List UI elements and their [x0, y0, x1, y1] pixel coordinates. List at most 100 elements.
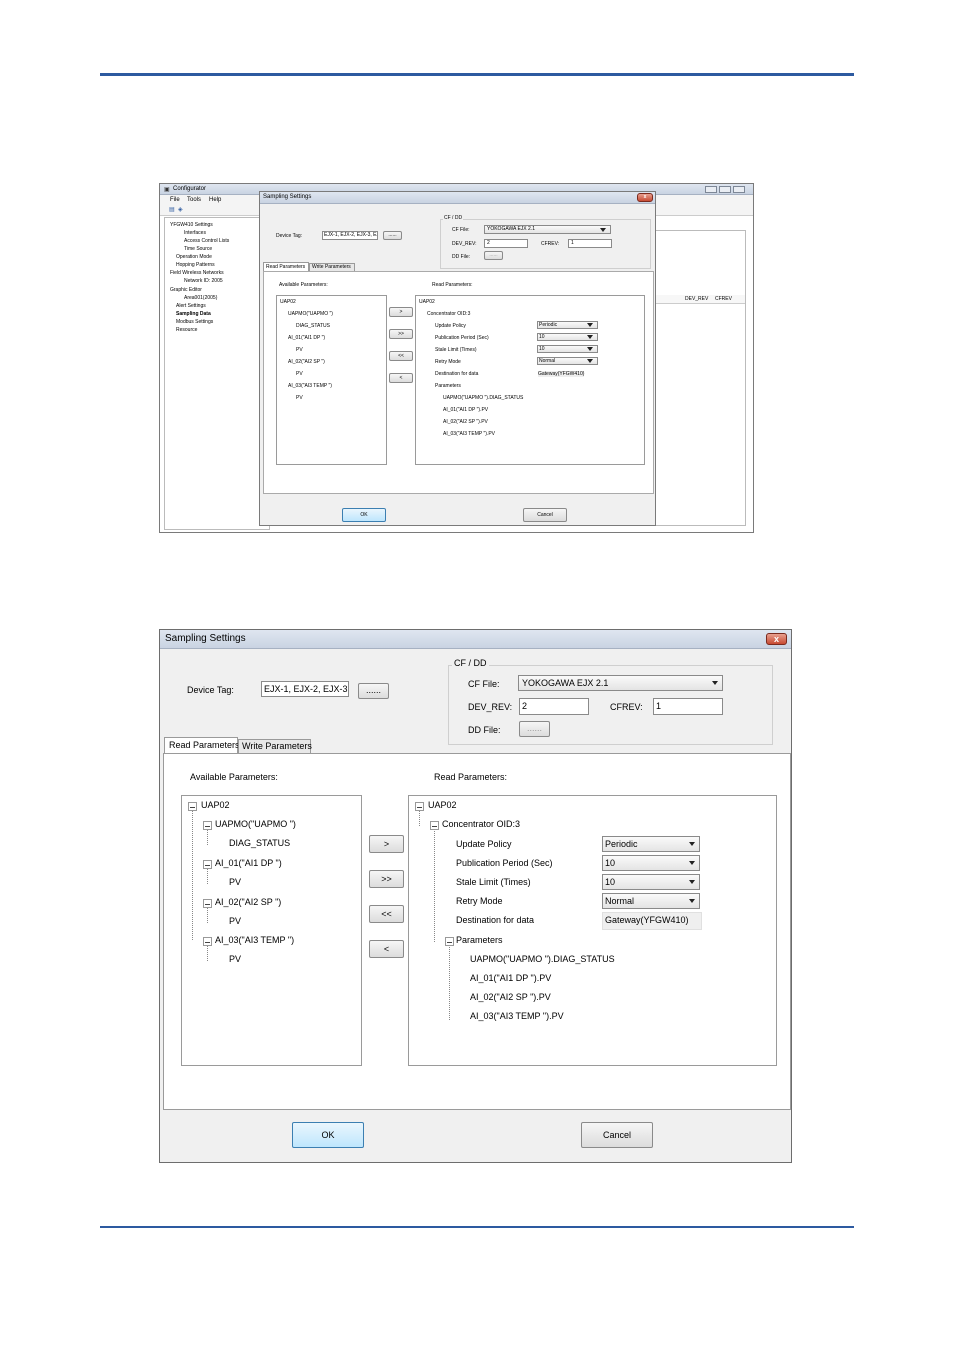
minus-icon[interactable]	[203, 860, 212, 869]
small-read-p1[interactable]: UAPMO("UAPMO ").DIAG_STATUS	[443, 395, 523, 401]
avail-pv3[interactable]: PV	[229, 954, 241, 964]
tree-network-id[interactable]: Network ID: 2005	[184, 278, 223, 284]
small-avail-uapmo[interactable]: UAPMO("UAPMO ")	[288, 311, 333, 317]
tab-write-parameters[interactable]: Write Parameters	[238, 739, 312, 753]
small-add-all-button[interactable]: >>	[389, 329, 413, 339]
menu-help[interactable]: Help	[209, 197, 221, 203]
retry-mode-select[interactable]: Normal	[602, 893, 700, 909]
read-param-2[interactable]: AI_01("AI1 DP ").PV	[470, 973, 551, 983]
small-cfrev-input[interactable]: 1	[568, 239, 612, 248]
minus-icon[interactable]	[415, 802, 424, 811]
small-stale-select[interactable]: 10	[537, 345, 598, 353]
window-close-icon[interactable]	[733, 186, 745, 193]
minus-icon[interactable]	[188, 802, 197, 811]
tab-read-parameters[interactable]: Read Parameters	[164, 737, 240, 753]
avail-diag-status[interactable]: DIAG_STATUS	[229, 838, 290, 848]
small-read-p4[interactable]: AI_03("AI3 TEMP ").PV	[443, 431, 495, 437]
read-concentrator[interactable]: Concentrator OID:3	[442, 819, 520, 829]
small-update-policy-select[interactable]: Periodic	[537, 321, 598, 329]
tree-access-control[interactable]: Access Control Lists	[184, 238, 229, 244]
small-read-p2[interactable]: AI_01("AI1 DP ").PV	[443, 407, 488, 413]
tree-interfaces[interactable]: Interfaces	[184, 230, 206, 236]
menu-file[interactable]: File	[170, 197, 180, 203]
small-avail-ai02[interactable]: AI_02("AI2 SP ")	[288, 359, 325, 365]
update-policy-select[interactable]: Periodic	[602, 836, 700, 852]
stale-limit-select[interactable]: 10	[602, 874, 700, 890]
small-read-concentrator[interactable]: Concentrator OID:3	[427, 311, 470, 317]
minus-icon[interactable]	[445, 937, 454, 946]
small-read-root[interactable]: UAP02	[419, 299, 435, 305]
small-device-browse-button[interactable]: ......	[383, 231, 402, 240]
small-cf-file-select[interactable]: YOKOGAWA EJX 2.1	[484, 225, 611, 234]
avail-ai02[interactable]: AI_02("AI2 SP ")	[215, 897, 281, 907]
close-icon[interactable]: x	[766, 633, 787, 645]
device-tag-browse-button[interactable]: ......	[358, 683, 389, 699]
small-publication-select[interactable]: 10	[537, 333, 598, 341]
minus-icon[interactable]	[203, 937, 212, 946]
small-avail-diag[interactable]: DIAG_STATUS	[296, 323, 330, 329]
small-avail-ai01[interactable]: AI_01("AI1 DP ")	[288, 335, 325, 341]
tree-yfgw410-settings[interactable]: YFGW410 Settings	[170, 222, 213, 228]
small-device-tag-input[interactable]: EJX-1, EJX-2, EJX-3, EJX-	[322, 231, 378, 240]
avail-pv1[interactable]: PV	[229, 877, 241, 887]
cancel-button[interactable]: Cancel	[581, 1122, 653, 1148]
small-avail-root[interactable]: UAP02	[280, 299, 296, 305]
dev-rev-input[interactable]: 2	[519, 698, 589, 715]
remove-button[interactable]: <	[369, 940, 404, 958]
device-tag-input[interactable]: EJX-1, EJX-2, EJX-3, EJX-	[261, 681, 349, 697]
minus-icon[interactable]	[430, 821, 439, 830]
tree-graphic-editor[interactable]: Graphic Editor	[170, 287, 202, 293]
read-param-3[interactable]: AI_02("AI2 SP ").PV	[470, 992, 551, 1002]
tree-operation-mode[interactable]: Operation Mode	[176, 254, 212, 260]
avail-root[interactable]: UAP02	[201, 800, 230, 810]
small-avail-pv2[interactable]: PV	[296, 371, 303, 377]
cf-file-select[interactable]: YOKOGAWA EJX 2.1	[518, 675, 723, 691]
avail-pv2[interactable]: PV	[229, 916, 241, 926]
tree-field-wireless[interactable]: Field Wireless Networks	[170, 270, 224, 276]
ok-button[interactable]: OK	[292, 1122, 364, 1148]
small-close-icon[interactable]: x	[637, 193, 653, 202]
small-avail-ai03[interactable]: AI_03("AI3 TEMP ")	[288, 383, 332, 389]
tree-area001[interactable]: Area001(2005)	[184, 295, 217, 301]
small-avail-pv3[interactable]: PV	[296, 395, 303, 401]
remove-all-button[interactable]: <<	[369, 905, 404, 923]
small-remove-button[interactable]: <	[389, 373, 413, 383]
small-cancel-button[interactable]: Cancel	[523, 508, 567, 522]
small-dev-rev-input[interactable]: 2	[484, 239, 528, 248]
avail-ai03[interactable]: AI_03("AI3 TEMP ")	[215, 935, 294, 945]
parameters-node[interactable]: Parameters	[456, 935, 503, 945]
minus-icon[interactable]	[203, 899, 212, 908]
add-button[interactable]: >	[369, 835, 404, 853]
save-icon[interactable]: ▤	[169, 206, 175, 213]
read-root[interactable]: UAP02	[428, 800, 457, 810]
small-read-p3[interactable]: AI_02("AI2 SP ").PV	[443, 419, 488, 425]
publication-period-select[interactable]: 10	[602, 855, 700, 871]
small-remove-all-button[interactable]: <<	[389, 351, 413, 361]
add-all-button[interactable]: >>	[369, 870, 404, 888]
tree-alert-settings[interactable]: Alert Settings	[176, 303, 206, 309]
small-tab-read-parameters[interactable]: Read Parameters	[263, 262, 309, 271]
avail-uapmo[interactable]: UAPMO("UAPMO ")	[215, 819, 296, 829]
small-retry-select[interactable]: Normal	[537, 357, 598, 365]
small-read-parameters-label[interactable]: Parameters	[435, 383, 461, 389]
minimize-icon[interactable]	[705, 186, 717, 193]
tree-sampling-data[interactable]: Sampling Data	[176, 311, 211, 317]
tree-time-source[interactable]: Time Source	[184, 246, 212, 252]
dd-file-browse-button[interactable]: ......	[519, 721, 550, 737]
tree-modbus-settings[interactable]: Modbus Settings	[176, 319, 213, 325]
tree-resource[interactable]: Resource	[176, 327, 197, 333]
network-icon[interactable]: ◈	[178, 206, 183, 213]
menu-tools[interactable]: Tools	[187, 197, 201, 203]
cfrev-input[interactable]: 1	[653, 698, 723, 715]
maximize-icon[interactable]	[719, 186, 731, 193]
small-dd-browse-button[interactable]: ......	[484, 251, 503, 260]
minus-icon[interactable]	[203, 821, 212, 830]
read-param-4[interactable]: AI_03("AI3 TEMP ").PV	[470, 1011, 564, 1021]
small-add-button[interactable]: >	[389, 307, 413, 317]
small-avail-pv1[interactable]: PV	[296, 347, 303, 353]
tree-hopping-patterns[interactable]: Hopping Patterns	[176, 262, 215, 268]
avail-ai01[interactable]: AI_01("AI1 DP ")	[215, 858, 282, 868]
read-param-1[interactable]: UAPMO("UAPMO ").DIAG_STATUS	[470, 954, 615, 964]
small-ok-button[interactable]: OK	[342, 508, 386, 522]
small-tab-write-parameters[interactable]: Write Parameters	[309, 263, 355, 271]
